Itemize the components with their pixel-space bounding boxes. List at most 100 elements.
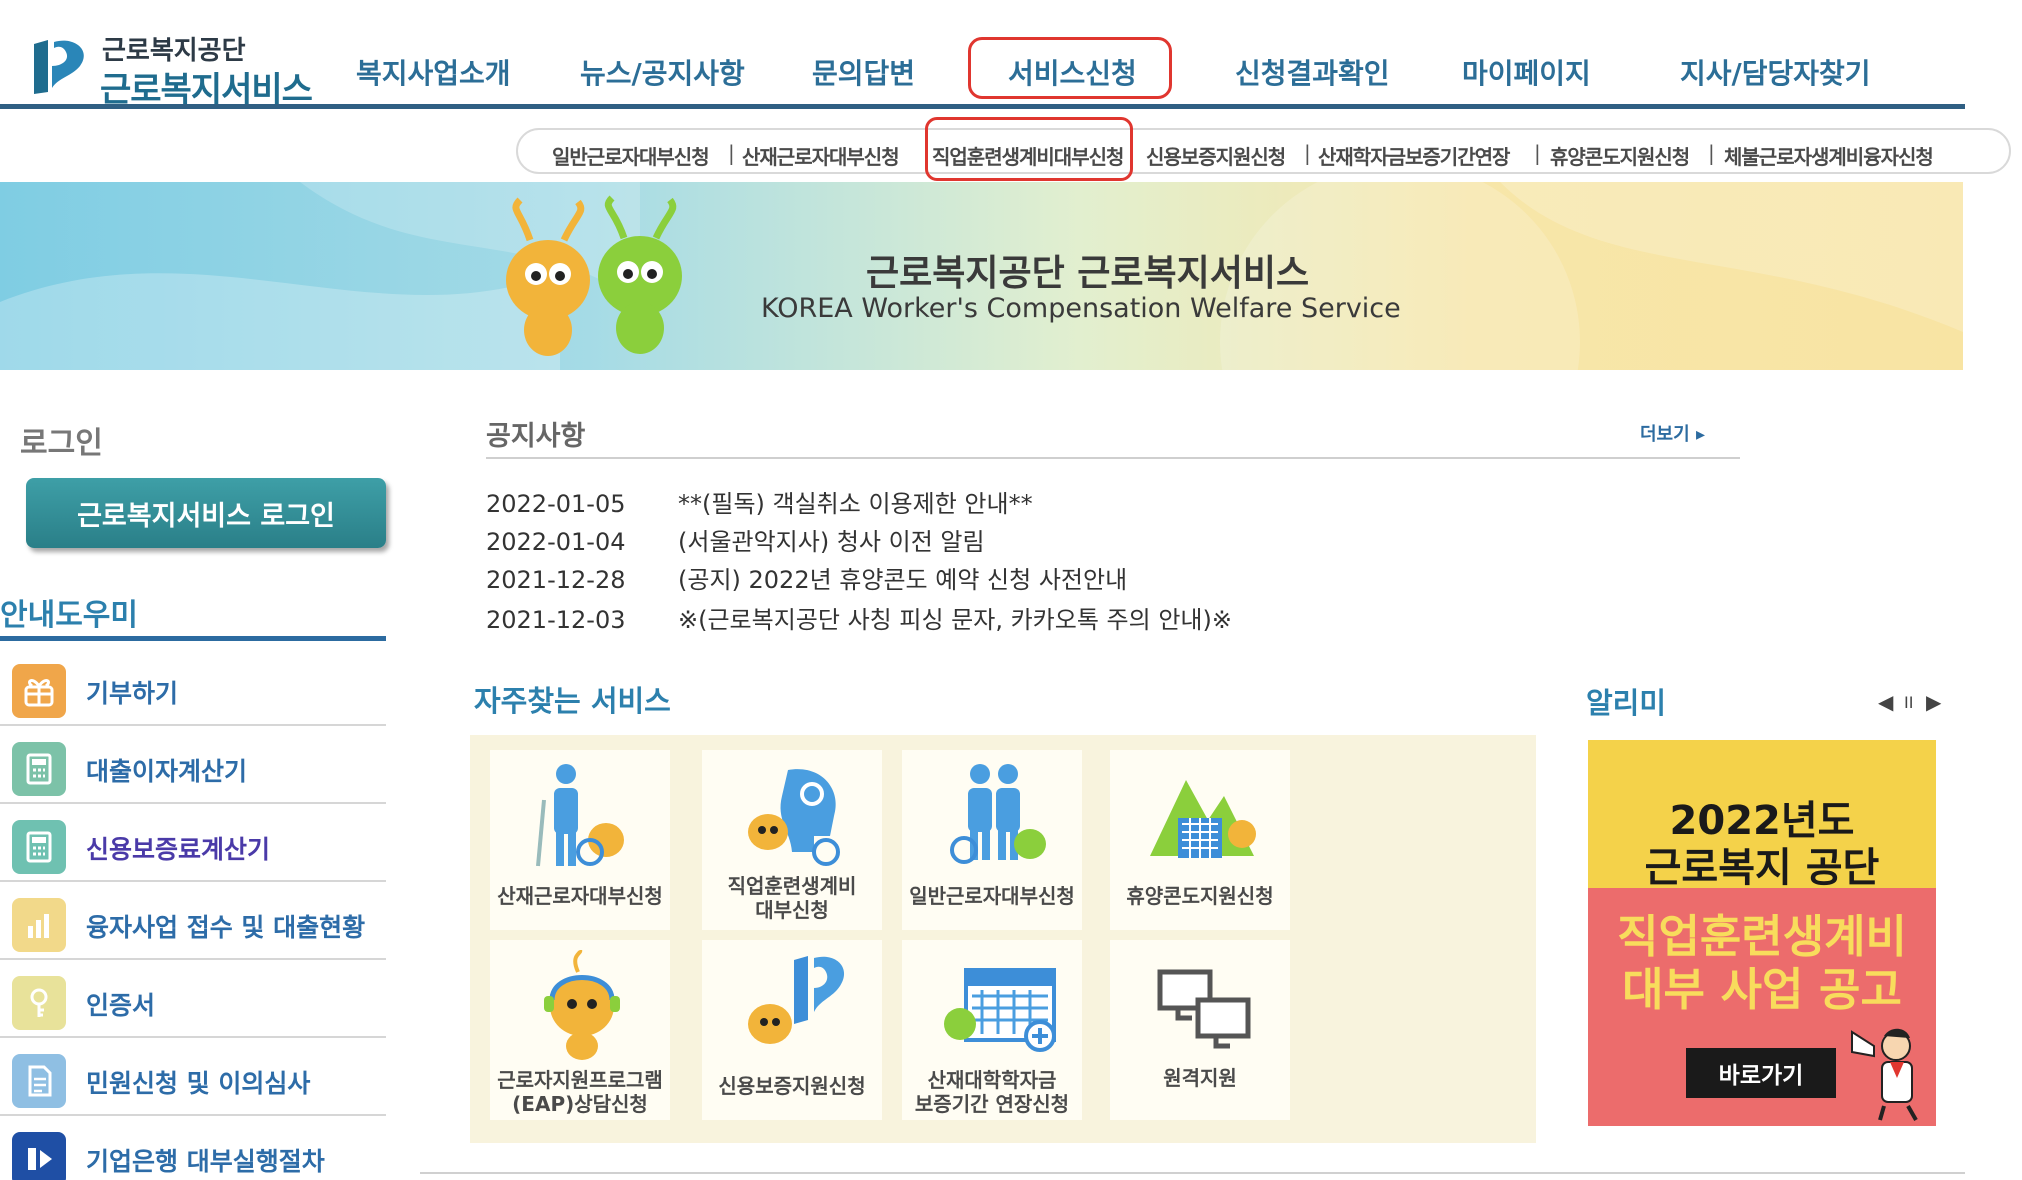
services-panel: 산재근로자대부신청 직업훈련생계비 대부신청 일반근로자대부신청 휴양콘도지원신… [470, 735, 1536, 1143]
subnav-highlight-box [925, 117, 1133, 181]
guide-item-civil-petition[interactable]: 민원신청 및 이의심사 [0, 1038, 386, 1116]
guide-item-label: 기업은행 대부실행절차 [86, 1147, 325, 1176]
nav-result-check[interactable]: 신청결과확인 [1235, 52, 1390, 92]
service-tile-condo[interactable]: 휴양콘도지원신청 [1110, 750, 1290, 930]
bottom-divider [420, 1172, 1965, 1174]
banner-title: 근로복지공단 근로복지서비스 [866, 253, 1310, 294]
service-tile-training-loan[interactable]: 직업훈련생계비 대부신청 [702, 750, 882, 930]
service-tile-label: 원격지원 [1163, 1066, 1237, 1090]
guide-item-label: 인증서 [86, 991, 156, 1020]
service-tile-label: 일반근로자대부신청 [909, 884, 1075, 908]
service-tile-credit-guarantee[interactable]: 신용보증지원신청 [702, 940, 882, 1120]
alimi-org: 근로복지 공단 [1644, 845, 1880, 891]
service-tile-label: 직업훈련생계비 [727, 874, 857, 898]
services-title: 자주찾는 서비스 [474, 684, 671, 718]
login-title: 로그인 [20, 426, 103, 461]
service-tile-tuition-extension[interactable]: 산재대학학자금 보증기간 연장신청 [902, 940, 1082, 1120]
login-button[interactable]: 근로복지서비스 로그인 [26, 478, 386, 548]
notice-row-title: **(필독) 객실취소 이용제한 안내** [678, 490, 1033, 518]
service-tile-label: 산재대학학자금 [927, 1068, 1057, 1092]
workers-icon [950, 764, 1046, 864]
subnav-separator: | [728, 141, 735, 165]
alimi-next-button[interactable]: ▶ [1926, 690, 1941, 714]
alimi-prev-button[interactable]: ◀ [1878, 690, 1893, 714]
guide-divider [0, 636, 386, 641]
guide-item-donate[interactable]: 기부하기 [0, 648, 386, 726]
service-tile-eap[interactable]: 근로자지원프로그램 (EAP)상담신청 [490, 940, 670, 1120]
notice-more-link[interactable]: 더보기 ▸ [1640, 420, 1705, 446]
guide-item-label: 기부하기 [86, 679, 179, 708]
subnav-condo-support[interactable]: 휴양콘도지원신청 [1550, 141, 1690, 170]
headset-mascot-icon [544, 950, 620, 1060]
calculator-icon [12, 742, 66, 796]
chart-icon [12, 898, 66, 952]
notice-row-title: ※(근로복지공단 사칭 피싱 문자, 카카오톡 주의 안내)※ [678, 606, 1232, 634]
notice-divider [486, 457, 1740, 459]
notice-row[interactable]: 2021-12-28 (공지) 2022년 휴양콘도 예약 신청 사전안내 [486, 560, 1127, 595]
alimi-banner[interactable]: 2022년도 근로복지 공단 직업훈련생계비 대부 사업 공고 바로가기 [1588, 740, 1936, 1126]
nav-news-notice[interactable]: 뉴스/공지사항 [580, 52, 745, 92]
notice-title: 공지사항 [486, 421, 586, 452]
guide-item-certificate[interactable]: 인증서 [0, 960, 386, 1038]
mascot-characters-icon [506, 195, 682, 356]
guide-item-guarantee-calculator[interactable]: 신용보증료계산기 [0, 804, 386, 882]
nav-branch-finder[interactable]: 지사/담당자찾기 [1680, 52, 1871, 92]
document-icon [12, 1054, 66, 1108]
service-tile-injured-loan[interactable]: 산재근로자대부신청 [490, 750, 670, 930]
notice-date: 2021-12-03 [486, 606, 626, 634]
service-tile-label: 신용보증지원신청 [718, 1074, 866, 1098]
injured-worker-icon [536, 764, 624, 867]
alimi-go-button[interactable]: 바로가기 [1686, 1048, 1836, 1098]
nav-qna[interactable]: 문의답변 [812, 52, 915, 92]
notice-date: 2022-01-04 [486, 528, 626, 556]
guide-item-label: 신용보증료계산기 [86, 835, 271, 864]
nav-mypage[interactable]: 마이페이지 [1462, 52, 1591, 92]
service-tile-label: (EAP)상담신청 [512, 1092, 648, 1116]
guide-item-loan-status[interactable]: 융자사업 접수 및 대출현황 [0, 882, 386, 960]
guide-item-label: 대출이자계산기 [86, 757, 248, 786]
main-banner: 근로복지공단 근로복지서비스 KOREA Worker's Compensati… [0, 182, 1963, 370]
condo-icon [1150, 780, 1256, 858]
header: 근로복지공단 근로복지서비스 복지사업소개 뉴스/공지사항 문의답변 서비스신청… [0, 0, 1965, 110]
subnav-general-loan[interactable]: 일반근로자대부신청 [552, 141, 710, 170]
guide-item-label: 융자사업 접수 및 대출현황 [86, 913, 366, 942]
nav-highlight-box [968, 37, 1172, 99]
service-tile-general-loan[interactable]: 일반근로자대부신청 [902, 750, 1082, 930]
calculator-icon [12, 820, 66, 874]
logo-mark-icon [34, 40, 84, 94]
subnav-separator: | [1304, 141, 1311, 165]
service-tile-label: 산재근로자대부신청 [497, 884, 663, 908]
notice-date: 2022-01-05 [486, 490, 626, 518]
ibk-logo-icon [12, 1132, 66, 1180]
guide-item-label: 민원신청 및 이의심사 [86, 1069, 311, 1098]
subnav-injured-loan[interactable]: 산재근로자대부신청 [742, 141, 900, 170]
subnav-credit-guarantee[interactable]: 신용보증지원신청 [1146, 141, 1286, 170]
service-tile-remote-support[interactable]: 원격지원 [1110, 940, 1290, 1120]
service-tile-label: 근로자지원프로그램 [497, 1068, 663, 1092]
training-head-icon [748, 769, 840, 866]
remote-monitor-icon [1157, 969, 1251, 1049]
guide-item-ibk-procedure[interactable]: 기업은행 대부실행절차 [0, 1116, 386, 1180]
guide-item-interest-calculator[interactable]: 대출이자계산기 [0, 726, 386, 804]
alimi-headline: 대부 사업 공고 [1622, 963, 1902, 1016]
gift-icon [12, 664, 66, 718]
nav-welfare-intro[interactable]: 복지사업소개 [356, 52, 511, 92]
subnav-unpaid-wage-loan[interactable]: 체불근로자생계비융자신청 [1724, 141, 1934, 170]
calendar-icon [944, 968, 1056, 1052]
notice-row[interactable]: 2022-01-05 **(필독) 객실취소 이용제한 안내** [486, 484, 1033, 519]
notice-date: 2021-12-28 [486, 566, 626, 594]
subnav-separator: | [1534, 141, 1541, 165]
notice-row[interactable]: 2022-01-04 (서울관악지사) 청사 이전 알림 [486, 522, 985, 557]
service-tile-label: 보증기간 연장신청 [914, 1092, 1070, 1116]
service-tile-label: 휴양콘도지원신청 [1126, 884, 1274, 908]
banner-subtitle: KOREA Worker's Compensation Welfare Serv… [761, 293, 1401, 324]
notice-row[interactable]: 2021-12-03 ※(근로복지공단 사칭 피싱 문자, 카카오톡 주의 안내)… [486, 600, 1232, 635]
alimi-pause-button[interactable]: II [1904, 693, 1913, 712]
credit-guarantee-icon [748, 956, 845, 1044]
subnav-tuition-extension[interactable]: 산재학자금보증기간연장 [1318, 141, 1510, 170]
subnav-separator: | [1708, 141, 1715, 165]
site-logo[interactable]: 근로복지공단 근로복지서비스 [28, 30, 318, 110]
megaphone-man-icon [1851, 1028, 1918, 1121]
service-tile-label: 대부신청 [755, 898, 829, 922]
certificate-icon [12, 976, 66, 1030]
